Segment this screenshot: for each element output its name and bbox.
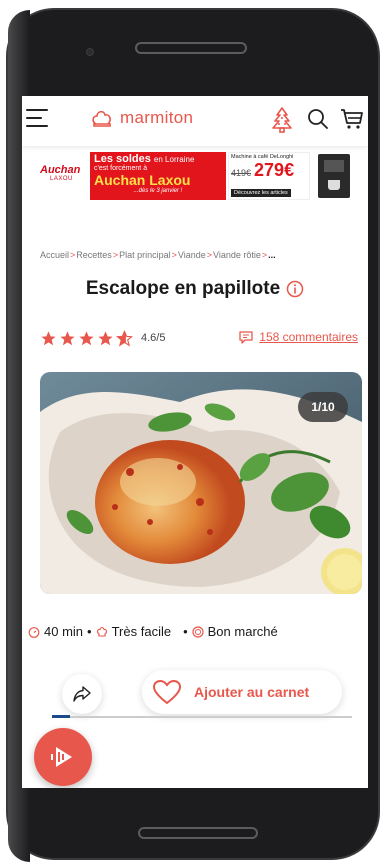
recipe-photo[interactable]: 1/10	[40, 372, 362, 594]
coffee-machine-image	[318, 154, 350, 198]
cart-icon[interactable]	[340, 108, 364, 130]
comments-link[interactable]: 158 commentaires	[239, 330, 358, 344]
recipe-cost: Bon marché	[207, 624, 278, 639]
breadcrumb-item[interactable]: Viande	[178, 250, 206, 260]
ad-brand-logo: Auchan LAXOU	[40, 164, 88, 190]
recipe-meta: 40 min • Très facile • Bon marché	[28, 624, 368, 639]
chef-hat-icon	[92, 110, 111, 127]
ad-headline-suffix: en Lorraine	[153, 155, 195, 164]
ad-cta[interactable]: Découvrez les articles	[231, 189, 291, 197]
ad-old-price: 419€	[231, 168, 252, 178]
christmas-tree-icon[interactable]	[270, 106, 294, 134]
ad-brand-top: Auchan	[40, 164, 81, 176]
half-star-icon	[116, 329, 133, 346]
heart-icon	[152, 679, 182, 705]
logo-text: marmiton	[120, 108, 194, 127]
marmiton-logo[interactable]: marmiton	[90, 108, 193, 128]
star-icon	[60, 330, 75, 345]
recipe-time: 40 min	[44, 624, 84, 639]
ad-red-panel: Les soldes en Lorraine c'est forcément à…	[90, 152, 226, 200]
tab-underline	[52, 716, 352, 718]
video-fab-button[interactable]	[34, 728, 92, 786]
ad-banner[interactable]: Auchan LAXOU Les soldes en Lorraine c'es…	[38, 152, 354, 202]
comments-count[interactable]: 158 commentaires	[259, 330, 358, 344]
breadcrumb-item[interactable]: Plat principal	[119, 250, 171, 260]
top-speaker	[135, 42, 247, 54]
star-icon	[41, 330, 56, 345]
add-to-notebook-label: Ajouter au carnet	[194, 684, 310, 700]
search-icon[interactable]	[307, 108, 329, 130]
top-header: marmiton	[22, 96, 368, 146]
share-button[interactable]	[62, 674, 102, 714]
ad-store: Auchan Laxou	[94, 172, 191, 188]
recipe-title: Escalope en papillote	[85, 278, 281, 299]
add-to-notebook-button[interactable]: Ajouter au carnet	[142, 670, 342, 714]
title-row: Escalope en papillote	[22, 278, 368, 300]
recipe-difficulty: Très facile	[111, 624, 172, 639]
coin-icon	[192, 625, 204, 638]
ad-brand-bottom: LAXOU	[50, 176, 73, 182]
info-icon[interactable]	[286, 280, 304, 298]
breadcrumb: Accueil>Recettes>Plat principal>Viande>V…	[40, 250, 276, 260]
ad-promo-panel: Machine à café DeLonghi 419€ 279€ Découv…	[228, 152, 310, 200]
hamburger-icon[interactable]	[26, 109, 48, 127]
breadcrumb-item[interactable]: Recettes	[76, 250, 112, 260]
star-rating	[40, 329, 133, 347]
ad-new-price: 279€	[254, 160, 295, 180]
bottom-speaker	[138, 827, 258, 839]
chef-hat-icon	[96, 626, 107, 637]
rating-value: 4.6/5	[141, 332, 166, 344]
star-icon	[98, 330, 113, 345]
play-icon	[51, 747, 72, 767]
breadcrumb-item[interactable]: Viande rôtie	[213, 250, 261, 260]
photo-counter: 1/10	[298, 392, 348, 422]
tab-underline-active	[52, 715, 70, 718]
meta-separator: •	[87, 624, 92, 639]
star-icon	[79, 330, 94, 345]
breadcrumb-item[interactable]: Accueil	[40, 250, 69, 260]
comment-icon	[239, 330, 253, 344]
rating-row: 4.6/5 158 commentaires	[40, 328, 358, 348]
timer-icon	[28, 626, 40, 638]
meta-separator: •	[183, 624, 188, 639]
share-icon	[73, 686, 91, 702]
breadcrumb-more[interactable]: ...	[268, 250, 276, 260]
front-camera	[86, 48, 94, 56]
ad-date: ...dès le 3 janvier !	[133, 188, 183, 194]
ad-headline: Les soldes	[94, 153, 151, 165]
screen: marmiton Auchan LAXOU Les soldes en Lorr…	[22, 96, 368, 788]
